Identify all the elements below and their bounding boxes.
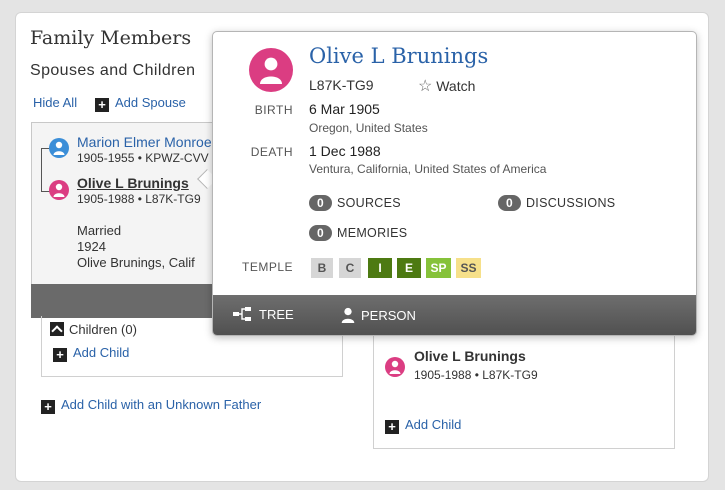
- section-subtitle: Spouses and Children: [30, 62, 196, 79]
- plus-icon: +: [41, 400, 55, 414]
- memories-label: MEMORIES: [336, 226, 408, 240]
- add-spouse-label: Add Spouse: [115, 95, 186, 110]
- hide-all-link[interactable]: Hide All: [33, 95, 77, 110]
- birth-date: 6 Mar 1905: [309, 101, 380, 117]
- death-label: DEATH: [250, 145, 293, 159]
- temple-ordinance-sp[interactable]: SP: [426, 258, 451, 278]
- right-add-child-label: Add Child: [405, 417, 462, 432]
- temple-ordinance-c[interactable]: C: [339, 258, 361, 278]
- discussions-link[interactable]: 0 DISCUSSIONS: [498, 195, 615, 211]
- right-person-name[interactable]: Olive L Brunings: [414, 348, 526, 364]
- add-child-unknown-father-label: Add Child with an Unknown Father: [61, 397, 262, 412]
- add-child-button[interactable]: + Add Child: [53, 345, 129, 362]
- temple-label: TEMPLE: [241, 260, 293, 274]
- watch-button[interactable]: ☆ Watch: [418, 76, 475, 96]
- person-icon: [341, 307, 355, 323]
- sources-label: SOURCES: [336, 196, 401, 210]
- husband-name-link[interactable]: Marion Elmer Monroe: [77, 134, 212, 150]
- temple-ordinance-b[interactable]: B: [311, 258, 333, 278]
- couple-bracket: [41, 148, 50, 192]
- female-avatar-icon: [385, 357, 405, 377]
- wife-name-link[interactable]: Olive L Brunings: [77, 175, 189, 191]
- birth-label: BIRTH: [254, 103, 293, 117]
- right-person-meta: 1905-1988 • L87K-TG9: [414, 368, 538, 382]
- watch-label: Watch: [436, 78, 476, 94]
- discussions-count: 0: [498, 195, 521, 211]
- plus-icon: +: [53, 348, 67, 362]
- popup-footer: TREE PERSON: [213, 295, 696, 335]
- children-toggle[interactable]: Children (0): [50, 322, 137, 337]
- right-add-child-button[interactable]: + Add Child: [385, 417, 461, 434]
- sources-count: 0: [309, 195, 332, 211]
- person-summary-popup: Olive L Brunings L87K-TG9 ☆ Watch BIRTH …: [212, 31, 697, 336]
- temple-ordinance-ss[interactable]: SS: [456, 258, 481, 278]
- plus-icon: +: [95, 98, 109, 112]
- death-place: Ventura, California, United States of Am…: [309, 162, 547, 176]
- birth-place: Oregon, United States: [309, 121, 428, 135]
- memories-count: 0: [309, 225, 332, 241]
- person-button[interactable]: PERSON: [341, 307, 416, 323]
- children-label: Children: [69, 322, 118, 337]
- add-spouse-button[interactable]: + Add Spouse: [95, 95, 186, 112]
- sources-link[interactable]: 0 SOURCES: [309, 195, 401, 211]
- death-date: 1 Dec 1988: [309, 143, 381, 159]
- tree-label: TREE: [259, 307, 294, 322]
- female-avatar-icon: [249, 48, 293, 92]
- children-count: (0): [121, 322, 137, 337]
- relationship-type: Married: [77, 223, 122, 238]
- temple-ordinance-e[interactable]: E: [397, 258, 421, 278]
- husband-meta: 1905-1955 • KPWZ-CVV: [77, 151, 209, 165]
- person-label: PERSON: [361, 308, 416, 323]
- collapse-caret-icon: [50, 322, 64, 336]
- section-title: Family Members: [30, 27, 192, 49]
- popup-person-name[interactable]: Olive L Brunings: [309, 44, 488, 68]
- male-avatar-icon: [49, 138, 69, 158]
- discussions-label: DISCUSSIONS: [525, 196, 616, 210]
- add-child-unknown-father-button[interactable]: + Add Child with an Unknown Father: [41, 397, 261, 414]
- marriage-year: 1924: [77, 239, 106, 254]
- memories-link[interactable]: 0 MEMORIES: [309, 225, 407, 241]
- tree-button[interactable]: TREE: [233, 307, 294, 322]
- wife-meta: 1905-1988 • L87K-TG9: [77, 192, 201, 206]
- female-avatar-icon: [49, 180, 69, 200]
- star-icon: ☆: [418, 78, 433, 95]
- marriage-place: Olive Brunings, Calif: [77, 255, 195, 270]
- tree-icon: [233, 307, 251, 321]
- plus-icon: +: [385, 420, 399, 434]
- add-child-label: Add Child: [73, 345, 130, 360]
- popup-person-id: L87K-TG9: [309, 77, 374, 93]
- temple-ordinance-i[interactable]: I: [368, 258, 392, 278]
